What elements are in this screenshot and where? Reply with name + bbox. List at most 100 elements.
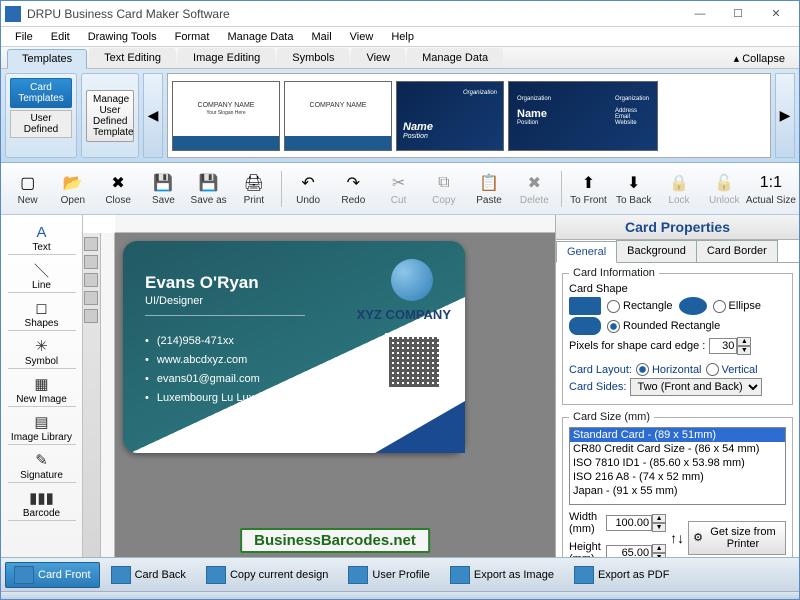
size-option[interactable]: Japan - (91 x 55 mm) [570, 484, 785, 498]
tool-signature[interactable]: ✎Signature [3, 449, 80, 485]
tab-general[interactable]: General [556, 241, 617, 263]
minimize-button[interactable]: — [681, 2, 719, 26]
tab-managedata[interactable]: Manage Data [407, 48, 503, 68]
tool-text[interactable]: AText [3, 221, 80, 257]
copy-button[interactable]: ⧉Copy [423, 172, 464, 206]
template-thumb[interactable]: OrganizationNamePosition [396, 81, 504, 151]
saveas-button[interactable]: 💾Save as [188, 172, 229, 206]
bottom-exportpdf[interactable]: Export as PDF [565, 562, 679, 588]
new-button[interactable]: ▢New [7, 172, 48, 206]
imagelib-icon: ▤ [29, 413, 55, 431]
size-option[interactable]: CR80 Credit Card Size - (86 x 54 mm) [570, 442, 785, 456]
open-button[interactable]: 📂Open [52, 172, 93, 206]
unlock-button[interactable]: 🔓Unlock [704, 172, 745, 206]
tofront-button[interactable]: ⬆To Front [568, 172, 609, 206]
width-spinner[interactable]: ▲▼ [606, 514, 666, 532]
template-thumb[interactable]: COMPANY NAME [284, 81, 392, 151]
template-thumb[interactable]: OrganizationNamePositionOrganizationAddr… [508, 81, 658, 151]
width-label: Width (mm) [569, 511, 602, 535]
spin-down-icon[interactable]: ▼ [737, 346, 751, 355]
toback-button[interactable]: ⬇To Back [613, 172, 654, 206]
size-option[interactable]: ISO 7810 ID1 - (85.60 x 53.98 mm) [570, 456, 785, 470]
close-button[interactable]: ✖Close [98, 172, 139, 206]
maximize-button[interactable]: ☐ [719, 2, 757, 26]
tab-cardborder[interactable]: Card Border [696, 240, 778, 262]
spin-up-icon[interactable]: ▲ [737, 337, 751, 346]
canvas-area[interactable]: XYZ COMPANY Evans O'Ryan UI/Designer (21… [115, 233, 555, 557]
get-size-from-printer-button[interactable]: ⚙Get size from Printer [688, 521, 786, 555]
bottom-userprofile[interactable]: User Profile [339, 562, 438, 588]
bottom-cardback[interactable]: Card Back [102, 562, 195, 588]
menu-view[interactable]: View [342, 29, 382, 45]
radio-rounded-rectangle[interactable]: Rounded Rectangle [607, 320, 720, 333]
menu-file[interactable]: File [7, 29, 41, 45]
tool-line[interactable]: ＼Line [3, 259, 80, 295]
redo-button[interactable]: ↷Redo [333, 172, 374, 206]
tab-imageediting[interactable]: Image Editing [178, 48, 275, 68]
radio-horizontal[interactable]: Horizontal [636, 363, 702, 376]
gallery-next-button[interactable]: ▶ [775, 73, 795, 158]
tab-textediting[interactable]: Text Editing [89, 48, 176, 68]
mini-tool[interactable] [84, 291, 98, 305]
card-sides-select[interactable]: Two (Front and Back) [630, 378, 762, 396]
save-button[interactable]: 💾Save [143, 172, 184, 206]
user-defined-button[interactable]: User Defined [10, 110, 72, 138]
delete-button[interactable]: ✖Delete [514, 172, 555, 206]
templates-category-group: Card Templates User Defined [5, 73, 77, 158]
template-thumb[interactable]: COMPANY NAMEYour Slogan Here [172, 81, 280, 151]
globe-icon [391, 259, 433, 301]
tab-background[interactable]: Background [616, 240, 697, 262]
card-email: evans01@gmail.com [145, 373, 295, 385]
radio-ellipse[interactable]: Ellipse [713, 300, 761, 313]
ribbon-collapse[interactable]: ▴ Collapse [726, 49, 793, 68]
tab-symbols[interactable]: Symbols [277, 48, 349, 68]
radio-rectangle[interactable]: Rectangle [607, 300, 673, 313]
menu-managedata[interactable]: Manage Data [219, 29, 301, 45]
menu-mail[interactable]: Mail [303, 29, 339, 45]
mini-tool[interactable] [84, 309, 98, 323]
window-title: DRPU Business Card Maker Software [27, 7, 681, 21]
paste-button[interactable]: 📋Paste [468, 172, 509, 206]
close-window-button[interactable]: ✕ [757, 2, 795, 26]
height-spinner[interactable]: ▲▼ [606, 544, 666, 557]
tool-imagelib[interactable]: ▤Image Library [3, 411, 80, 447]
card-contacts: (214)958-471xx www.abcdxyz.com evans01@g… [145, 335, 295, 404]
mini-tool[interactable] [84, 255, 98, 269]
tab-view[interactable]: View [351, 48, 405, 68]
swap-dimensions-button[interactable]: ↑↓ [670, 530, 684, 546]
bottom-exportimg[interactable]: Export as Image [441, 562, 563, 588]
print-button[interactable]: 🖨Print [233, 172, 274, 206]
manage-user-defined-template-button[interactable]: Manage User Defined Template [86, 90, 134, 142]
card-templates-button[interactable]: Card Templates [10, 78, 72, 108]
menu-format[interactable]: Format [167, 29, 218, 45]
pixels-edge-spinner[interactable]: ▲▼ [709, 337, 751, 355]
business-card-preview[interactable]: XYZ COMPANY Evans O'Ryan UI/Designer (21… [123, 241, 465, 453]
bottom-cardfront[interactable]: Card Front [5, 562, 100, 588]
radio-vertical[interactable]: Vertical [706, 363, 758, 376]
undo-button[interactable]: ↶Undo [287, 172, 328, 206]
card-phone: (214)958-471xx [145, 335, 295, 347]
mini-tool[interactable] [84, 237, 98, 251]
bottom-copydesign[interactable]: Copy current design [197, 562, 337, 588]
actualsize-button[interactable]: 1:1Actual Size [749, 172, 793, 206]
menu-edit[interactable]: Edit [43, 29, 78, 45]
toback-icon: ⬇ [623, 172, 645, 194]
size-option[interactable]: Standard Card - (89 x 51mm) [570, 428, 785, 442]
card-size-legend: Card Size (mm) [569, 411, 654, 423]
tool-barcode[interactable]: ▮▮▮Barcode [3, 487, 80, 523]
newimage-icon: ▦ [29, 375, 55, 393]
bottom-bar: Card FrontCard BackCopy current designUs… [1, 557, 799, 591]
cut-button[interactable]: ✂Cut [378, 172, 419, 206]
card-information-fieldset: Card Information Card Shape Rectangle El… [562, 267, 793, 405]
tab-templates[interactable]: Templates [7, 49, 87, 69]
tool-shapes[interactable]: ◻Shapes [3, 297, 80, 333]
tool-newimage[interactable]: ▦New Image [3, 373, 80, 409]
menu-help[interactable]: Help [383, 29, 422, 45]
lock-button[interactable]: 🔒Lock [658, 172, 699, 206]
menu-drawingtools[interactable]: Drawing Tools [80, 29, 165, 45]
card-size-listbox[interactable]: Standard Card - (89 x 51mm)CR80 Credit C… [569, 427, 786, 505]
mini-tool[interactable] [84, 273, 98, 287]
gallery-prev-button[interactable]: ◀ [143, 73, 163, 158]
tool-symbol[interactable]: ✳Symbol [3, 335, 80, 371]
size-option[interactable]: ISO 216 A8 - (74 x 52 mm) [570, 470, 785, 484]
